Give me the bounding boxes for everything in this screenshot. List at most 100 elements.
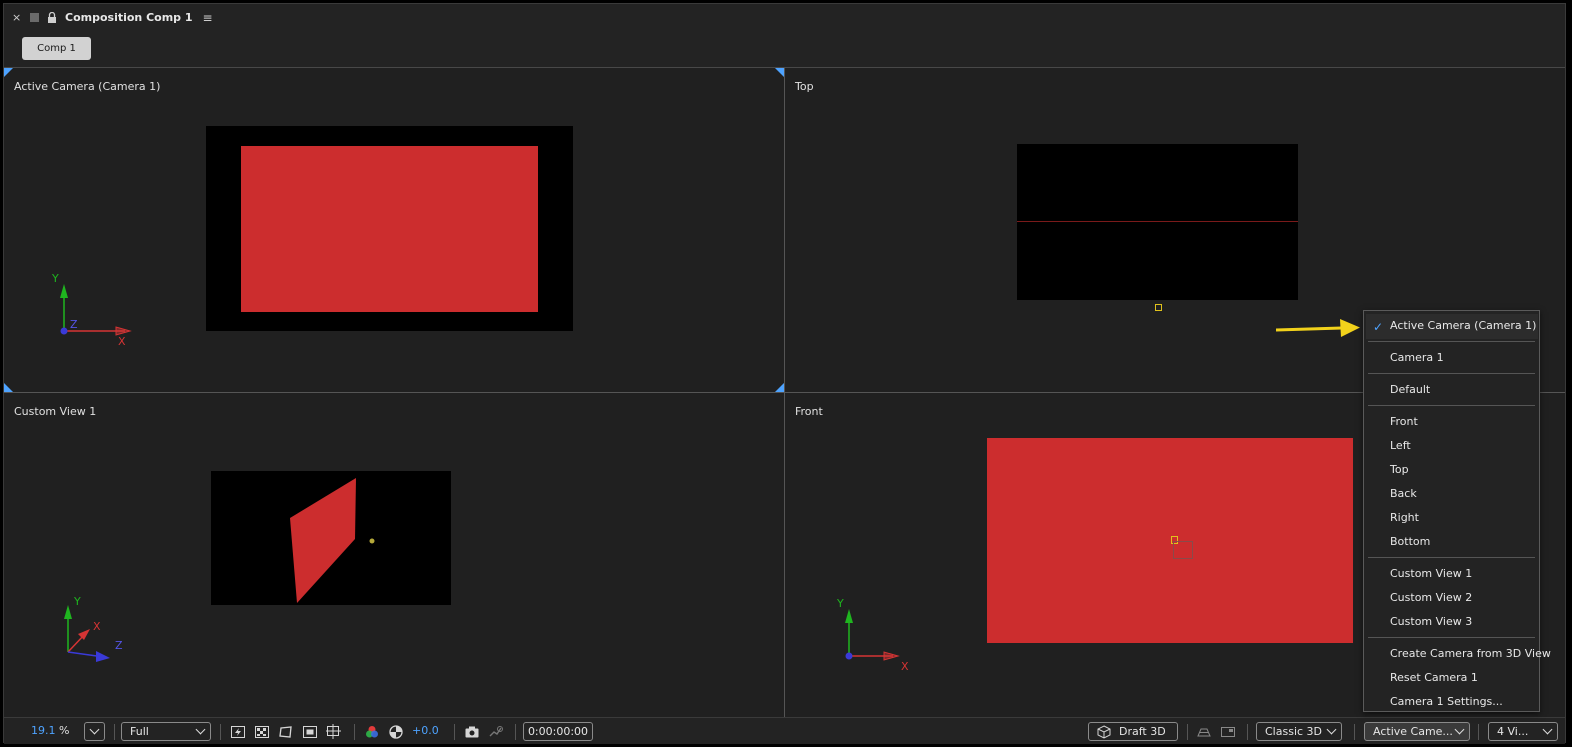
anchor-point-icon [1155,304,1162,311]
menu-separator [1368,405,1535,406]
tab-comp-1[interactable]: Comp 1 [22,37,91,60]
menu-item-active-camera[interactable]: Active Camera (Camera 1) [1390,319,1536,332]
current-time-display[interactable]: 0:00:00:00 [523,722,593,741]
close-icon[interactable]: × [12,11,22,24]
menu-separator [1368,637,1535,638]
zoom-unit: % [59,724,70,737]
renderer-select[interactable]: Classic 3D [1256,722,1342,741]
menu-separator [1368,373,1535,374]
red-solid-layer[interactable] [241,146,538,312]
fast-previews-icon[interactable] [230,724,246,740]
toolbar-divider [1354,724,1355,740]
viewport-label: Active Camera (Camera 1) [14,80,161,93]
menu-item-custom-view-1[interactable]: Custom View 1 [1390,567,1472,580]
axis-y-label: Y [836,597,844,610]
toolbar-divider [1247,724,1248,740]
axis-x-label: X [93,620,101,633]
axis-x-label: X [901,660,909,673]
red-solid-layer[interactable] [211,471,451,605]
axis-gizmo: Y X Z [51,272,132,348]
viewport-divider-vertical[interactable] [784,68,785,718]
viewport-divider-horizontal[interactable] [4,392,1565,393]
region-of-interest-icon[interactable] [302,724,318,740]
3d-ground-plane-icon[interactable] [1196,724,1212,740]
panel-title: Composition Comp 1 [65,11,193,24]
viewport-custom-view-1[interactable]: Custom View 1 Y X Z [4,393,784,718]
view-layout-value: 4 Vi... [1497,725,1529,738]
3d-view-value: Active Came... [1373,725,1453,738]
viewport-label: Top [795,80,814,93]
menu-item-right[interactable]: Right [1390,511,1419,524]
draft-3d-label: Draft 3D [1119,725,1166,738]
menu-item-create-camera[interactable]: Create Camera from 3D View [1390,647,1551,660]
menu-item-custom-view-2[interactable]: Custom View 2 [1390,591,1472,604]
mask-path-visibility-icon[interactable] [278,724,294,740]
composition-viewer[interactable]: Active Camera (Camera 1) Y X Z Top Custo… [4,67,1565,718]
toolbar-divider [114,724,115,740]
menu-item-custom-view-3[interactable]: Custom View 3 [1390,615,1472,628]
toolbar-divider [1187,724,1188,740]
panel-color-swatch-icon [30,13,39,22]
checkmark-icon: ✓ [1373,320,1384,334]
transparency-grid-icon[interactable] [254,724,270,740]
axis-x-label: X [118,335,126,348]
show-snapshot-icon[interactable] [488,724,504,740]
axis-z-label: Z [115,639,123,652]
toolbar-divider [354,724,355,740]
lock-icon[interactable] [47,11,57,23]
zoom-value[interactable]: 19.1 [31,724,56,737]
menu-item-bottom[interactable]: Bottom [1390,535,1430,548]
timecode-value: 0:00:00:00 [527,725,589,738]
menu-item-top[interactable]: Top [1390,463,1409,476]
renderer-value: Classic 3D [1265,725,1323,738]
viewport-label: Front [795,405,823,418]
comp-canvas [206,126,573,331]
menu-item-default[interactable]: Default [1390,383,1430,396]
axis-y-label: Y [51,272,59,285]
viewport-label: Custom View 1 [14,405,97,418]
active-view-corner-marker [4,383,13,392]
red-solid-layer-edge[interactable] [1017,221,1298,222]
camera-target-box [1173,541,1193,559]
menu-separator [1368,557,1535,558]
grid-guides-icon[interactable] [326,724,342,740]
active-view-corner-marker [4,68,13,77]
menu-item-left[interactable]: Left [1390,439,1411,452]
viewer-toolbar: 19.1 % Full +0.0 0:00:00:00 Draft 3D Cla… [4,717,1565,744]
camera-snapshot-icon[interactable] [464,724,480,740]
menu-item-front[interactable]: Front [1390,415,1418,428]
menu-item-reset-camera[interactable]: Reset Camera 1 [1390,671,1478,684]
active-view-corner-marker [775,383,784,392]
toolbar-divider [454,724,455,740]
toolbar-divider [220,724,221,740]
composition-panel: × Composition Comp 1 ≡ Comp 1 Active Cam… [3,3,1566,744]
axis-gizmo: Y X [836,597,909,673]
color-channels-icon[interactable] [364,724,380,740]
comp-canvas [1017,144,1298,300]
toolbar-divider [515,724,516,740]
axis-gizmo: Y X Z [64,595,123,662]
draft-3d-toggle[interactable]: Draft 3D [1088,722,1178,741]
tab-strip: Comp 1 [4,31,1565,67]
resolution-select[interactable]: Full [121,722,211,741]
draft-3d-icon [1097,724,1111,739]
zoom-dropdown-button[interactable] [84,722,105,741]
exposure-value[interactable]: +0.0 [412,724,439,737]
menu-item-camera-1[interactable]: Camera 1 [1390,351,1444,364]
axis-y-label: Y [73,595,81,608]
axis-z-label: Z [70,318,78,331]
panel-header: × Composition Comp 1 ≡ [4,4,1565,31]
active-view-corner-marker [775,68,784,77]
panel-menu-icon[interactable]: ≡ [203,11,213,25]
menu-item-back[interactable]: Back [1390,487,1417,500]
resolution-value: Full [130,725,149,738]
3d-view-select[interactable]: Active Came... [1364,722,1470,741]
color-management-icon[interactable] [388,724,404,740]
viewport-active-camera[interactable]: Active Camera (Camera 1) Y X Z [4,68,784,392]
view-layout-select[interactable]: 4 Vi... [1488,722,1558,741]
toolbar-divider [1478,724,1479,740]
red-solid-layer[interactable] [987,438,1353,643]
extended-viewer-icon[interactable] [1220,724,1236,740]
menu-item-camera-settings[interactable]: Camera 1 Settings... [1390,695,1503,708]
3d-view-dropdown-menu[interactable]: ✓ Active Camera (Camera 1) Camera 1 Defa… [1363,310,1551,712]
